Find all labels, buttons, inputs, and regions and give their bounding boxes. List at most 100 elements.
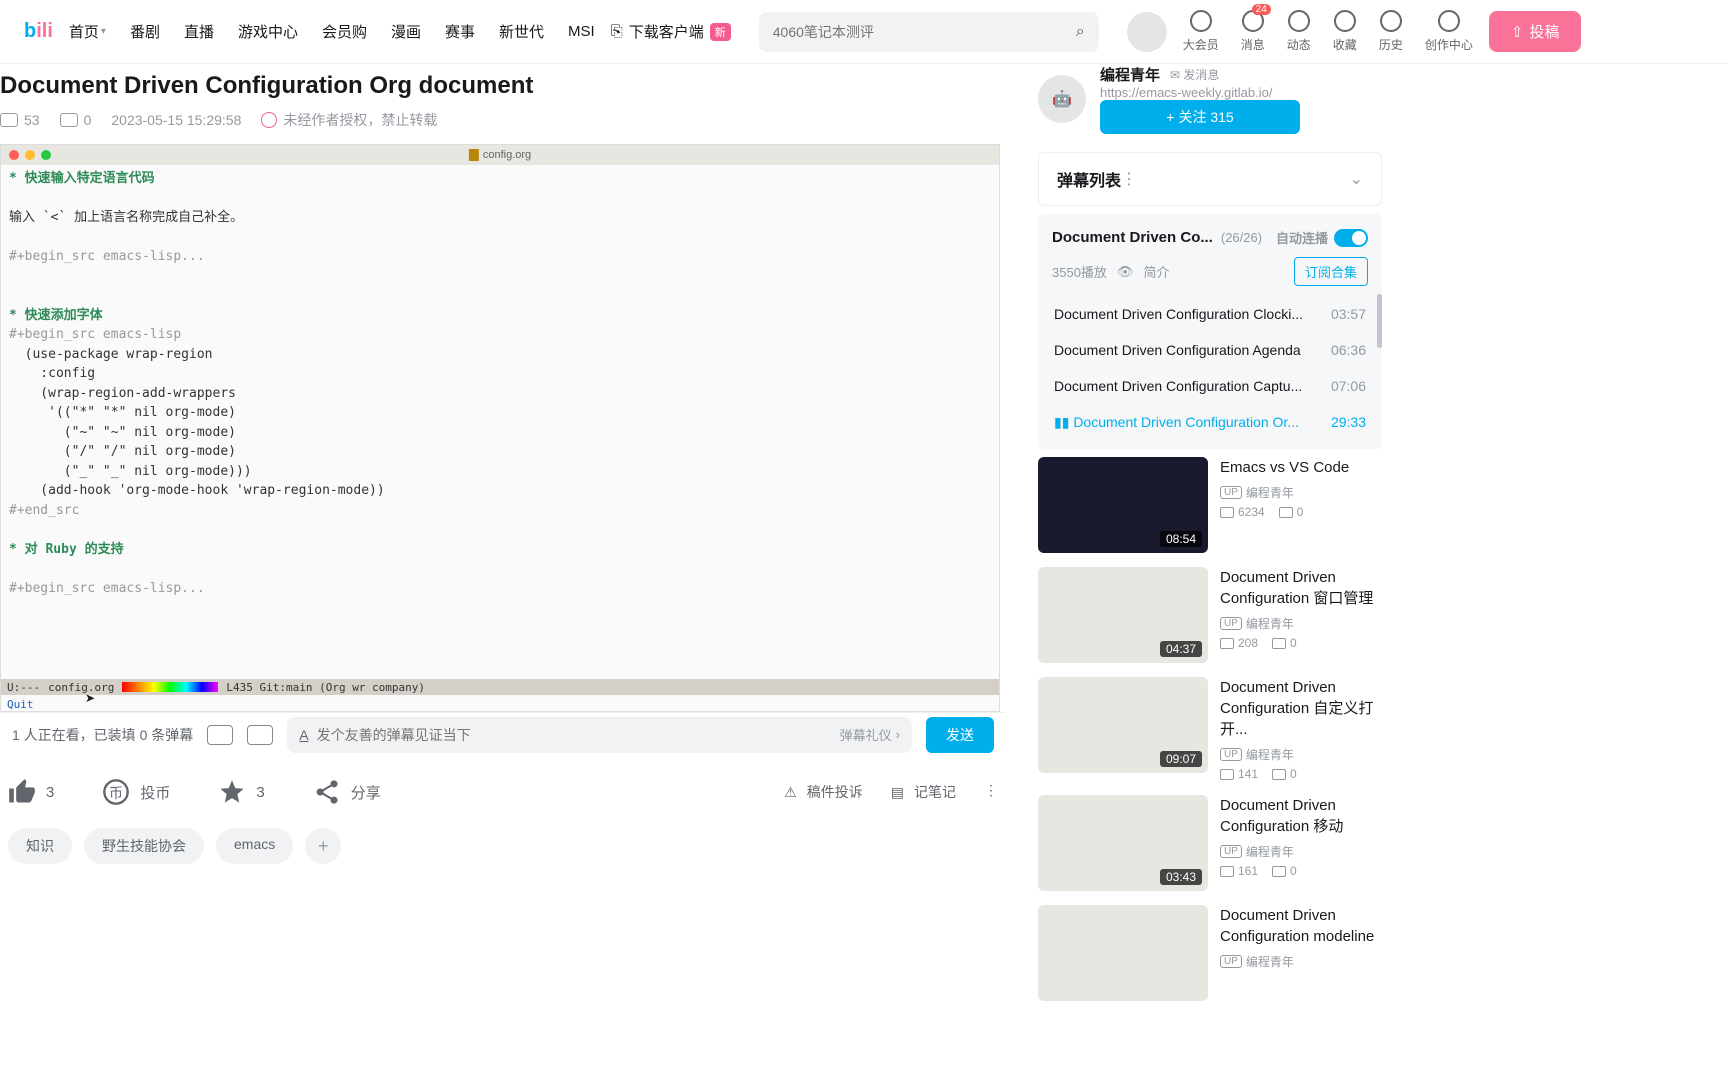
duration-badge: 03:43 [1160,869,1202,885]
tag-knowledge[interactable]: 知识 [8,828,72,864]
danmu-input[interactable] [317,727,832,743]
playlist-item-active[interactable]: ▮▮ Document Driven Configuration Or...29… [1052,404,1368,441]
playlist-item[interactable]: Document Driven Configuration Clocki...0… [1052,296,1368,332]
nav-msi[interactable]: MSI [568,21,595,42]
share-button[interactable]: 分享 [313,778,381,806]
coin-button[interactable]: 币 投币 [102,778,170,806]
reco-danmu: 0 [1272,636,1297,650]
more-menu-icon[interactable]: ⋮ [984,782,998,802]
play-icon [1220,866,1234,877]
tags-row: 知识 野生技能协会 emacs + [0,828,1006,864]
reco-views: 6234 [1220,505,1265,519]
close-window-icon [9,150,19,160]
chevron-down-icon[interactable]: ⌄ [1350,169,1363,189]
send-button[interactable]: 发送 [926,717,994,753]
up-badge-icon: UP [1220,845,1242,858]
reco-thumbnail: 09:07 [1038,677,1208,773]
reco-views: 208 [1220,636,1258,650]
video-player[interactable]: config.org * 快速输入特定语言代码 输入 `<` 加上语言名称完成自… [0,144,1000,712]
font-style-icon[interactable]: A [299,727,308,743]
vip-link[interactable]: 大会员 [1183,10,1219,53]
video-title: Document Driven Configuration Org docume… [0,72,1006,100]
nav-esports[interactable]: 赛事 [445,21,475,42]
reco-item[interactable]: 09:07 Document Driven Configuration 自定义打… [1038,677,1382,781]
editor-minibuffer: Quit [7,698,34,711]
playlist-item[interactable]: Document Driven Configuration Agenda06:3… [1052,332,1368,368]
up-badge-icon: UP [1220,486,1242,499]
history-link[interactable]: 历史 [1379,10,1403,53]
author-bio-link[interactable]: https://emacs-weekly.gitlab.io/ [1100,85,1300,100]
danmu-settings-icon[interactable] [247,725,273,745]
coin-icon: 币 [102,778,130,806]
like-button[interactable]: 3 [8,778,54,806]
danmu-etiquette-link[interactable]: 弹幕礼仪› [840,725,900,744]
playing-icon: ▮▮ [1054,414,1069,430]
messages-link[interactable]: 24消息 [1241,10,1265,53]
reco-uploader: UP编程青年 [1220,953,1382,970]
nav-manga[interactable]: 漫画 [391,21,421,42]
danmu-icon [1272,866,1286,877]
scrollbar-thumb[interactable] [1377,294,1382,348]
reco-item[interactable]: 04:37 Document Driven Configuration 窗口管理… [1038,567,1382,663]
play-icon [1220,638,1234,649]
danmu-list-panel[interactable]: 弹幕列表 ⋮ ⌄ [1038,152,1382,206]
feed-link[interactable]: 动态 [1287,10,1311,53]
publish-date: 2023-05-15 15:29:58 [111,112,241,128]
play-icon [1220,769,1234,780]
nav-member[interactable]: 会员购 [322,21,367,42]
nav-newgen[interactable]: 新世代 [499,21,544,42]
reco-item[interactable]: 08:54 Emacs vs VS Code UP编程青年 62340 [1038,457,1382,553]
logo[interactable]: bili [24,20,53,43]
favorites-link[interactable]: 收藏 [1333,10,1357,53]
duration-badge: 08:54 [1160,531,1202,547]
creator-link[interactable]: 创作中心 [1425,10,1473,53]
nav-anime[interactable]: 番剧 [130,21,160,42]
reco-item[interactable]: Document Driven Configuration modeline U… [1038,905,1382,1001]
autoplay-toggle[interactable] [1334,229,1368,247]
top-header: bili 首页▾ 番剧 直播 游戏中心 会员购 漫画 赛事 新世代 MSI ⎘ … [0,0,1728,64]
search-box[interactable]: ⌕ [759,12,1099,52]
danmu-count: 0 [60,112,92,128]
tag-emacs[interactable]: emacs [216,828,293,864]
play-icon [1220,507,1234,518]
reco-thumbnail: 03:43 [1038,795,1208,891]
reco-views: 141 [1220,767,1258,781]
report-button[interactable]: ⚠稿件投诉 [784,782,863,802]
note-icon: ▤ [891,784,904,801]
user-avatar[interactable] [1127,12,1167,52]
tag-wild[interactable]: 野生技能协会 [84,828,204,864]
search-input[interactable] [773,24,1076,40]
reco-item[interactable]: 03:43 Document Driven Configuration 移动 U… [1038,795,1382,891]
nav-home[interactable]: 首页▾ [69,21,106,42]
follow-button[interactable]: +关注 315 [1100,100,1300,134]
chevron-down-icon: ▾ [101,26,106,37]
reco-thumbnail: 08:54 [1038,457,1208,553]
send-message-link[interactable]: ✉ 发消息 [1170,66,1219,83]
submit-button[interactable]: ⇧投稿 [1489,11,1582,52]
playlist-intro-link[interactable]: 简介 [1143,262,1169,281]
subscribe-button[interactable]: 订阅合集 [1294,257,1368,286]
add-tag-button[interactable]: + [305,828,341,864]
favorite-button[interactable]: 3 [218,778,264,806]
playlist-list: Document Driven Configuration Clocki...0… [1052,296,1368,441]
search-icon[interactable]: ⌕ [1076,23,1085,41]
playlist-title[interactable]: Document Driven Co... [1052,229,1213,246]
video-actions: 3 币 投币 3 分享 ⚠稿件投诉 ▤记笔记 ⋮ [0,756,1006,828]
duration-badge: 09:07 [1160,751,1202,767]
recommendation-list: 08:54 Emacs vs VS Code UP编程青年 62340 04:3… [1038,457,1382,1001]
playlist-item[interactable]: Document Driven Configuration Captu...07… [1052,368,1368,404]
download-client-button[interactable]: ⎘ 下载客户端 新 [611,21,731,42]
feed-icon [1288,10,1310,32]
author-name[interactable]: 编程青年 [1100,64,1160,85]
reco-danmu: 0 [1272,767,1297,781]
new-badge: 新 [710,23,731,41]
author-avatar[interactable]: 🤖 [1038,75,1086,123]
nav-game[interactable]: 游戏中心 [238,21,298,42]
nav-live[interactable]: 直播 [184,21,214,42]
danmu-toggle-icon[interactable] [207,725,233,745]
more-icon[interactable]: ⋮ [1121,169,1137,189]
note-button[interactable]: ▤记笔记 [891,782,956,802]
reco-uploader: UP编程青年 [1220,615,1382,632]
editor-statusbar: U:--- config.org L435 Git:main (Org wr c… [1,679,999,695]
editor-filename: config.org [469,149,531,161]
